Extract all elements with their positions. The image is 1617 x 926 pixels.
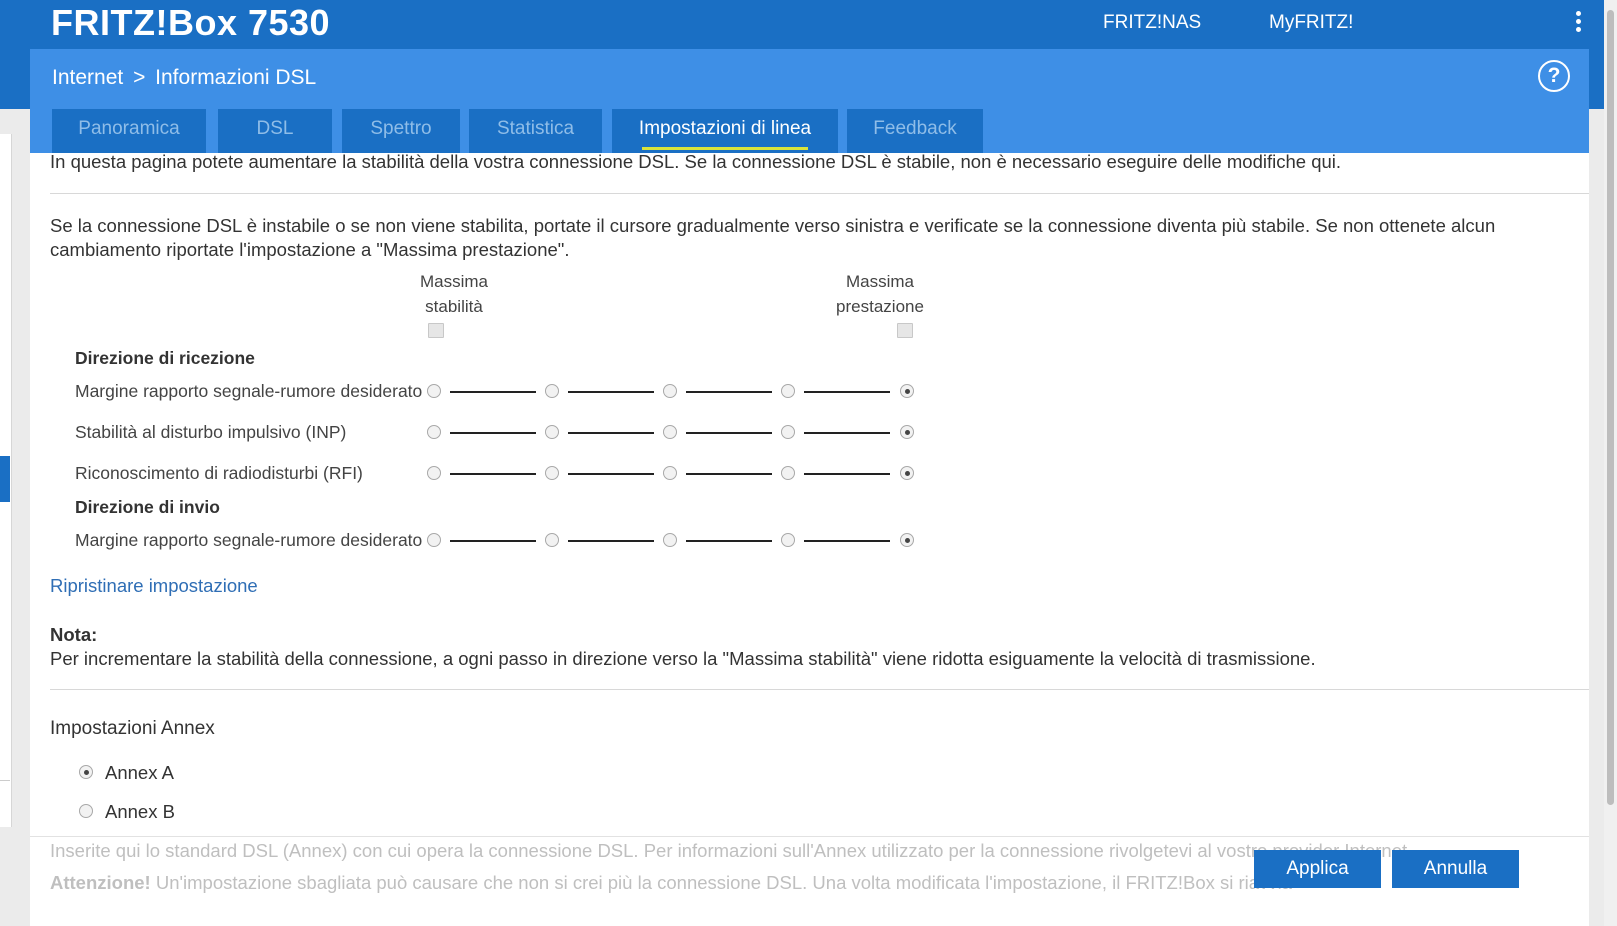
slider-track [804,391,890,393]
slider-track [450,540,536,542]
slider-track [450,391,536,393]
main-content: In questa pagina potete aumentare la sta… [30,153,1589,926]
breadcrumb-section[interactable]: Internet [52,66,123,89]
slider-track [568,391,654,393]
annex-b-label[interactable]: Annex B [105,801,175,823]
slider-step-1[interactable] [427,466,441,480]
marker-performance-icon [897,323,913,338]
slider-track [686,391,772,393]
divider [50,689,1589,690]
send-snr-label: Margine rapporto segnale-rumore desidera… [75,530,423,550]
tab-panoramica[interactable]: Panoramica [52,109,206,153]
slider-step-3[interactable] [663,466,677,480]
slider-step-1[interactable] [427,533,441,547]
reset-settings-link[interactable]: Ripristinare impostazione [50,575,258,597]
slider-track [568,540,654,542]
receive-direction-heading: Direzione di ricezione [75,348,255,368]
more-menu-icon[interactable] [1576,11,1582,35]
note-title: Nota: [50,624,98,645]
slider-step-3[interactable] [663,425,677,439]
slider-step-1[interactable] [427,425,441,439]
send-snr-slider[interactable] [427,533,921,551]
sidebar-divider [0,780,10,781]
footer-divider [30,836,1589,837]
slider-track [804,540,890,542]
receive-snr-slider[interactable] [427,384,921,402]
breadcrumb: Internet > Informazioni DSL [52,66,316,90]
slider-track [804,432,890,434]
tab-feedback[interactable]: Feedback [847,109,983,153]
slider-step-5[interactable] [900,425,914,439]
receive-rfi-label: Riconoscimento di radiodisturbi (RFI) [75,463,363,483]
tab-spettro[interactable]: Spettro [342,109,460,153]
annex-heading: Impostazioni Annex [50,718,215,739]
slider-step-5[interactable] [900,466,914,480]
slider-track [568,432,654,434]
annex-a-radio[interactable] [79,765,93,779]
slider-step-2[interactable] [545,425,559,439]
divider [50,193,1589,194]
slider-track [804,473,890,475]
myfritz-link[interactable]: MyFRITZ! [1269,0,1353,46]
annex-info-text: Inserite qui lo standard DSL (Annex) con… [50,840,1413,861]
page-header: Internet > Informazioni DSL ? Panoramica… [30,49,1589,153]
slider-step-2[interactable] [545,533,559,547]
sidebar-active-marker [0,456,10,502]
receive-snr-label: Margine rapporto segnale-rumore desidera… [75,381,423,401]
scale-label-max-performance: Massima prestazione [836,272,924,316]
brand-logo: FRITZ!Box 7530 [51,2,331,43]
annex-a-label[interactable]: Annex A [105,762,174,784]
instruction-text-line1: Se la connessione DSL è instabile o se n… [50,215,1496,236]
breadcrumb-page: Informazioni DSL [155,66,317,89]
receive-inp-label: Stabilità al disturbo impulsivo (INP) [75,422,347,442]
annex-warning-text: Un'impostazione sbagliata può causare ch… [150,872,1292,893]
annex-warning-label: Attenzione! [50,872,151,893]
tab-statistica[interactable]: Statistica [469,109,602,153]
instruction-text-line2: cambiamento riportate l'impostazione a "… [50,239,570,260]
slider-step-4[interactable] [781,384,795,398]
slider-step-2[interactable] [545,466,559,480]
apply-button[interactable]: Applica [1254,850,1381,888]
slider-track [686,473,772,475]
send-direction-heading: Direzione di invio [75,497,220,517]
slider-track [686,540,772,542]
marker-stability-icon [428,323,444,338]
fritznas-link[interactable]: FRITZ!NAS [1103,0,1201,46]
slider-track [450,432,536,434]
scale-label-max-stability: Massima stabilità [419,272,488,316]
slider-step-3[interactable] [663,384,677,398]
slider-step-5[interactable] [900,533,914,547]
slider-step-2[interactable] [545,384,559,398]
receive-inp-slider[interactable] [427,425,921,443]
intro-text: In questa pagina potete aumentare la sta… [50,153,1342,172]
slider-step-4[interactable] [781,533,795,547]
slider-step-3[interactable] [663,533,677,547]
tab-dsl[interactable]: DSL [218,109,332,153]
annex-warning: Attenzione! Un'impostazione sbagliata pu… [50,872,1292,894]
slider-step-4[interactable] [781,425,795,439]
cancel-button[interactable]: Annulla [1392,850,1519,888]
slider-step-1[interactable] [427,384,441,398]
scrollbar-thumb[interactable] [1607,10,1614,805]
slider-step-5[interactable] [900,384,914,398]
slider-track [568,473,654,475]
annex-b-radio[interactable] [79,804,93,818]
slider-step-4[interactable] [781,466,795,480]
slider-track [450,473,536,475]
tab-impostazioni-di-linea[interactable]: Impostazioni di linea [612,109,838,153]
help-icon[interactable]: ? [1538,60,1570,92]
note-text: Per incrementare la stabilità della conn… [50,648,1316,669]
receive-rfi-slider[interactable] [427,466,921,484]
chevron-right-icon: > [133,66,146,89]
slider-track [686,432,772,434]
